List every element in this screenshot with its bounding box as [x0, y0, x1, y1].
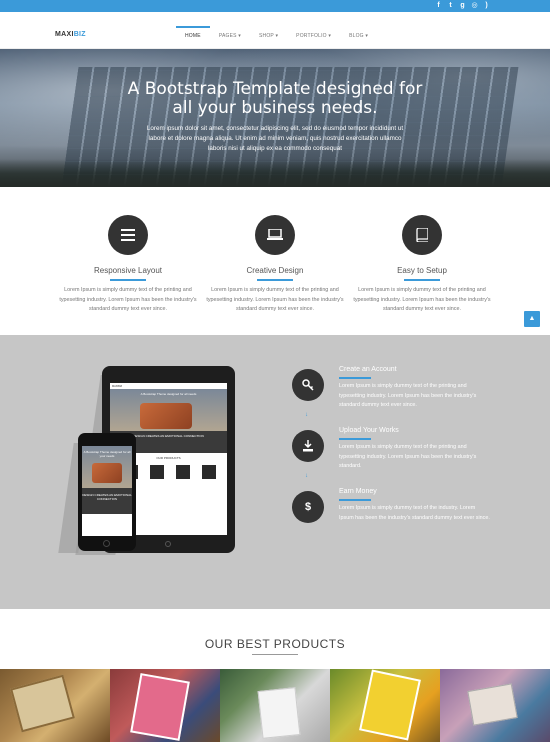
book-icon	[402, 215, 442, 255]
bag-image	[140, 403, 192, 429]
laptop-icon	[255, 215, 295, 255]
twitter-icon[interactable]: t	[447, 1, 454, 11]
feature-underline	[110, 279, 146, 281]
top-bar: f t g ◎ )	[0, 0, 550, 12]
feature-responsive: Responsive Layout Lorem Ipsum is simply …	[53, 215, 203, 315]
hero-text: Lorem ipsum dolor sit amet, consectetur …	[146, 125, 404, 152]
key-icon	[292, 369, 324, 401]
feature-title: Creative Design	[246, 266, 304, 275]
hero-title-line1: A Bootstrap Template designed for	[127, 79, 423, 99]
hero-banner: A Bootstrap Template designed for all yo…	[0, 49, 550, 187]
phone-mockup: A Bootstrap Theme designed for all your …	[78, 433, 136, 551]
products-section: OUR BEST PRODUCTS	[0, 609, 550, 742]
step-underline	[339, 377, 371, 379]
feature-text: Lorem Ipsum is simply dummy text of the …	[353, 287, 491, 312]
logo-main: MAXI	[55, 31, 74, 38]
step-arrow: ↓	[305, 473, 308, 479]
step-text: Lorem Ipsum is simply dummy text of the …	[339, 383, 477, 408]
social-links: f t g ◎ )	[435, 1, 490, 11]
bag-image	[92, 463, 122, 483]
step-arrow: ↓	[305, 412, 308, 418]
features-section: Responsive Layout Lorem Ipsum is simply …	[0, 187, 550, 335]
step-underline	[339, 499, 371, 501]
magazine-cover-shape	[130, 673, 190, 741]
main-nav: HOME PAGES ▾ SHOP ▾ PORTFOLIO ▾ BLOG ▾	[176, 26, 377, 49]
product-gallery	[0, 669, 550, 742]
phone-screen: A Bootstrap Theme designed for all your …	[82, 446, 132, 536]
tablet-screen-hero: A Bootstrap Theme designed for all needs	[110, 389, 227, 431]
feature-text: Lorem Ipsum is simply dummy text of the …	[59, 287, 197, 312]
hero-title: A Bootstrap Template designed for all yo…	[0, 80, 550, 118]
rss-icon[interactable]: )	[483, 1, 490, 11]
phone-screen-title: A Bootstrap Theme designed for all your …	[83, 450, 131, 458]
tablet-screen-title: A Bootstrap Theme designed for all needs	[140, 392, 197, 396]
phone-screen-hero: A Bootstrap Theme designed for all your …	[82, 446, 132, 488]
product-image[interactable]	[220, 669, 330, 742]
product-thumb	[176, 465, 190, 479]
step-title: Earn Money	[339, 488, 377, 495]
logo[interactable]: MAXIBIZ	[55, 31, 86, 38]
feature-title: Easy to Setup	[397, 266, 447, 275]
step-title: Create an Account	[339, 366, 397, 373]
site-header: MAXIBIZ HOME PAGES ▾ SHOP ▾ PORTFOLIO ▾ …	[0, 12, 550, 49]
scroll-to-top-button[interactable]: ▲	[524, 311, 540, 327]
feature-setup: Easy to Setup Lorem Ipsum is simply dumm…	[347, 215, 497, 315]
feature-underline	[257, 279, 293, 281]
dollar-glyph: $	[304, 501, 312, 513]
feature-underline	[404, 279, 440, 281]
card-shape	[467, 683, 518, 726]
step-text: Lorem Ipsum is simply dummy text of the …	[339, 505, 490, 521]
google-plus-icon[interactable]: g	[459, 1, 466, 11]
book-cover-shape	[10, 674, 75, 733]
nav-shop[interactable]: SHOP ▾	[250, 26, 287, 49]
phone-screen-banner: DESIGN CREATES AN EMOTIONAL CONNECTION	[82, 488, 132, 514]
download-icon	[292, 430, 324, 462]
magazine-cover-shape	[359, 669, 421, 741]
product-image[interactable]	[440, 669, 550, 742]
hero-trees	[0, 159, 550, 187]
products-title: OUR BEST PRODUCTS	[204, 637, 346, 651]
tablet-products-title: OUR PRODUCTS	[156, 456, 181, 460]
process-section: MAXIBIZ A Bootstrap Theme designed for a…	[0, 335, 550, 609]
facebook-icon[interactable]: f	[435, 1, 442, 11]
product-image[interactable]	[330, 669, 440, 742]
hero-title-line2: all your business needs.	[172, 98, 378, 118]
nav-pages[interactable]: PAGES ▾	[210, 26, 250, 49]
step-underline	[339, 438, 371, 440]
nav-portfolio[interactable]: PORTFOLIO ▾	[287, 26, 340, 49]
stationery-shape	[257, 687, 301, 739]
feature-creative: Creative Design Lorem Ipsum is simply du…	[200, 215, 350, 315]
dribbble-icon[interactable]: ◎	[471, 1, 478, 11]
feature-title: Responsive Layout	[93, 266, 163, 275]
product-thumb	[150, 465, 164, 479]
menu-icon	[108, 215, 148, 255]
logo-accent: BIZ	[73, 31, 86, 38]
step-text: Lorem Ipsum is simply dummy text of the …	[339, 444, 477, 469]
nav-home[interactable]: HOME	[176, 26, 210, 49]
step-title: Upload Your Works	[339, 427, 399, 434]
dollar-icon: $	[292, 491, 324, 523]
product-image[interactable]	[0, 669, 110, 742]
phone-home-button	[103, 540, 110, 547]
product-image[interactable]	[110, 669, 220, 742]
product-thumb	[202, 465, 216, 479]
nav-blog[interactable]: BLOG ▾	[340, 26, 377, 49]
tablet-home-button	[165, 541, 171, 547]
feature-text: Lorem Ipsum is simply dummy text of the …	[206, 287, 344, 312]
products-underline	[252, 654, 298, 655]
